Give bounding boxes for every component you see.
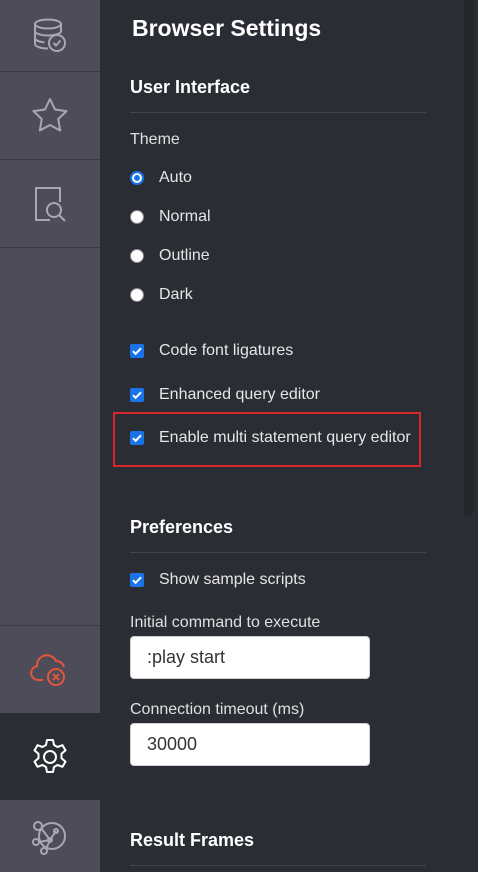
theme-option-label: Dark xyxy=(159,286,193,303)
theme-option-outline[interactable]: Outline xyxy=(130,245,210,267)
cloud-disconnected-icon xyxy=(29,650,71,690)
theme-option-label: Normal xyxy=(159,208,211,225)
guides-button[interactable] xyxy=(0,160,100,248)
theme-label: Theme xyxy=(130,131,180,148)
graph-icon xyxy=(30,816,70,856)
star-icon xyxy=(30,96,70,136)
page-title: Browser Settings xyxy=(132,15,322,41)
theme-option-label: Outline xyxy=(159,247,210,264)
gear-icon xyxy=(30,737,70,777)
divider xyxy=(130,112,426,113)
connection-status-button[interactable] xyxy=(0,625,100,713)
initial-command-label: Initial command to execute xyxy=(130,614,321,631)
document-search-icon xyxy=(30,184,70,224)
radio[interactable] xyxy=(130,288,144,302)
checkbox-label: Enable multi statement query editor xyxy=(159,429,411,446)
multi-statement-editor-checkbox[interactable]: Enable multi statement query editor xyxy=(130,427,411,449)
sidebar xyxy=(0,0,100,872)
divider xyxy=(130,552,426,553)
show-sample-scripts-checkbox[interactable]: Show sample scripts xyxy=(130,569,306,591)
connection-timeout-input[interactable] xyxy=(130,723,370,766)
radio-selected[interactable] xyxy=(130,171,144,185)
checkbox-label: Show sample scripts xyxy=(159,571,306,588)
enhanced-query-editor-checkbox[interactable]: Enhanced query editor xyxy=(130,384,320,406)
checkbox-checked[interactable] xyxy=(130,431,144,445)
user-interface-heading: User Interface xyxy=(130,77,251,97)
divider xyxy=(130,865,426,866)
checkbox-checked[interactable] xyxy=(130,388,144,402)
theme-option-dark[interactable]: Dark xyxy=(130,284,193,306)
radio[interactable] xyxy=(130,249,144,263)
code-font-ligatures-checkbox[interactable]: Code font ligatures xyxy=(130,340,293,362)
theme-option-auto[interactable]: Auto xyxy=(130,167,192,189)
radio[interactable] xyxy=(130,210,144,224)
database-check-icon xyxy=(30,16,70,56)
connection-timeout-label: Connection timeout (ms) xyxy=(130,701,305,718)
favorites-button[interactable] xyxy=(0,72,100,160)
database-button[interactable] xyxy=(0,0,100,72)
theme-option-label: Auto xyxy=(159,169,192,186)
preferences-heading: Preferences xyxy=(130,517,234,537)
about-button[interactable] xyxy=(0,800,100,872)
checkbox-checked[interactable] xyxy=(130,344,144,358)
scrollbar-thumb[interactable] xyxy=(464,0,474,516)
checkbox-label: Enhanced query editor xyxy=(159,386,320,403)
settings-button[interactable] xyxy=(0,713,100,800)
result-frames-heading: Result Frames xyxy=(130,830,255,850)
initial-command-input[interactable] xyxy=(130,636,370,679)
theme-option-normal[interactable]: Normal xyxy=(130,206,211,228)
checkbox-checked[interactable] xyxy=(130,573,144,587)
checkbox-label: Code font ligatures xyxy=(159,342,294,359)
